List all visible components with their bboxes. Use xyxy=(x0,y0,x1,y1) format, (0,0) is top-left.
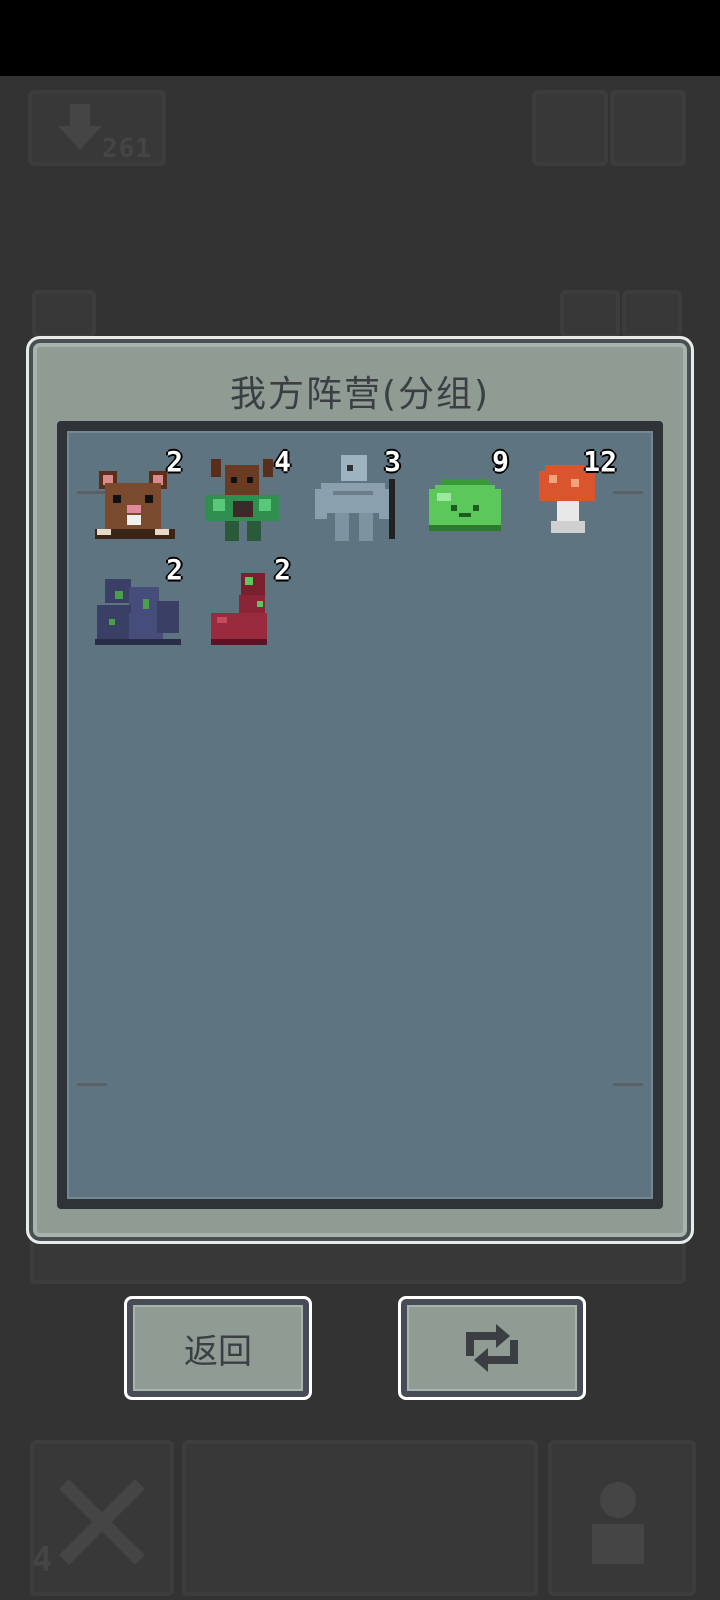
bg-hero-button xyxy=(548,1440,696,1596)
unit-count: 2 xyxy=(166,445,183,478)
unit-worm[interactable]: 2 xyxy=(197,553,297,657)
book-bg-button xyxy=(610,90,686,166)
unit-count: 3 xyxy=(384,445,401,478)
level-badge: 4 xyxy=(32,1540,53,1580)
bg-center-panel xyxy=(182,1440,538,1596)
unit-mushroom[interactable]: 12 xyxy=(523,445,623,549)
back-button[interactable]: 返回 xyxy=(124,1296,312,1400)
unit-rat[interactable]: 2 xyxy=(89,445,189,549)
unit-count: 4 xyxy=(274,445,291,478)
hero-silhouette-icon xyxy=(592,1482,644,1564)
frame-rail xyxy=(613,1083,643,1086)
unit-grid: 2 4 3 9 12 2 2 xyxy=(57,421,663,1209)
bg-slot-right-2 xyxy=(622,290,682,338)
unit-count: 2 xyxy=(166,553,183,586)
crossed-swords-icon xyxy=(59,1479,145,1565)
status-bar xyxy=(0,0,720,76)
unit-count: 9 xyxy=(492,445,509,478)
unit-blob[interactable]: 2 xyxy=(89,553,189,657)
frame-rail xyxy=(77,1083,107,1086)
currency-count: 261 xyxy=(102,134,152,164)
bg-slot-right-1 xyxy=(560,290,620,338)
roster-dialog: 我方阵营(分组) 2 4 3 9 12 2 2 xyxy=(26,336,694,1244)
swap-button[interactable] xyxy=(398,1296,586,1400)
unit-count: 12 xyxy=(583,445,617,478)
unit-golem[interactable]: 3 xyxy=(307,445,407,549)
unit-slime[interactable]: 9 xyxy=(415,445,515,549)
back-button-label: 返回 xyxy=(184,1331,252,1372)
dialog-title: 我方阵营(分组) xyxy=(229,374,491,415)
bg-slot-left xyxy=(32,290,96,338)
unit-minotaur[interactable]: 4 xyxy=(197,445,297,549)
swap-arrows-icon xyxy=(466,1324,518,1372)
unit-count: 2 xyxy=(274,553,291,586)
help-bg-button xyxy=(532,90,608,166)
